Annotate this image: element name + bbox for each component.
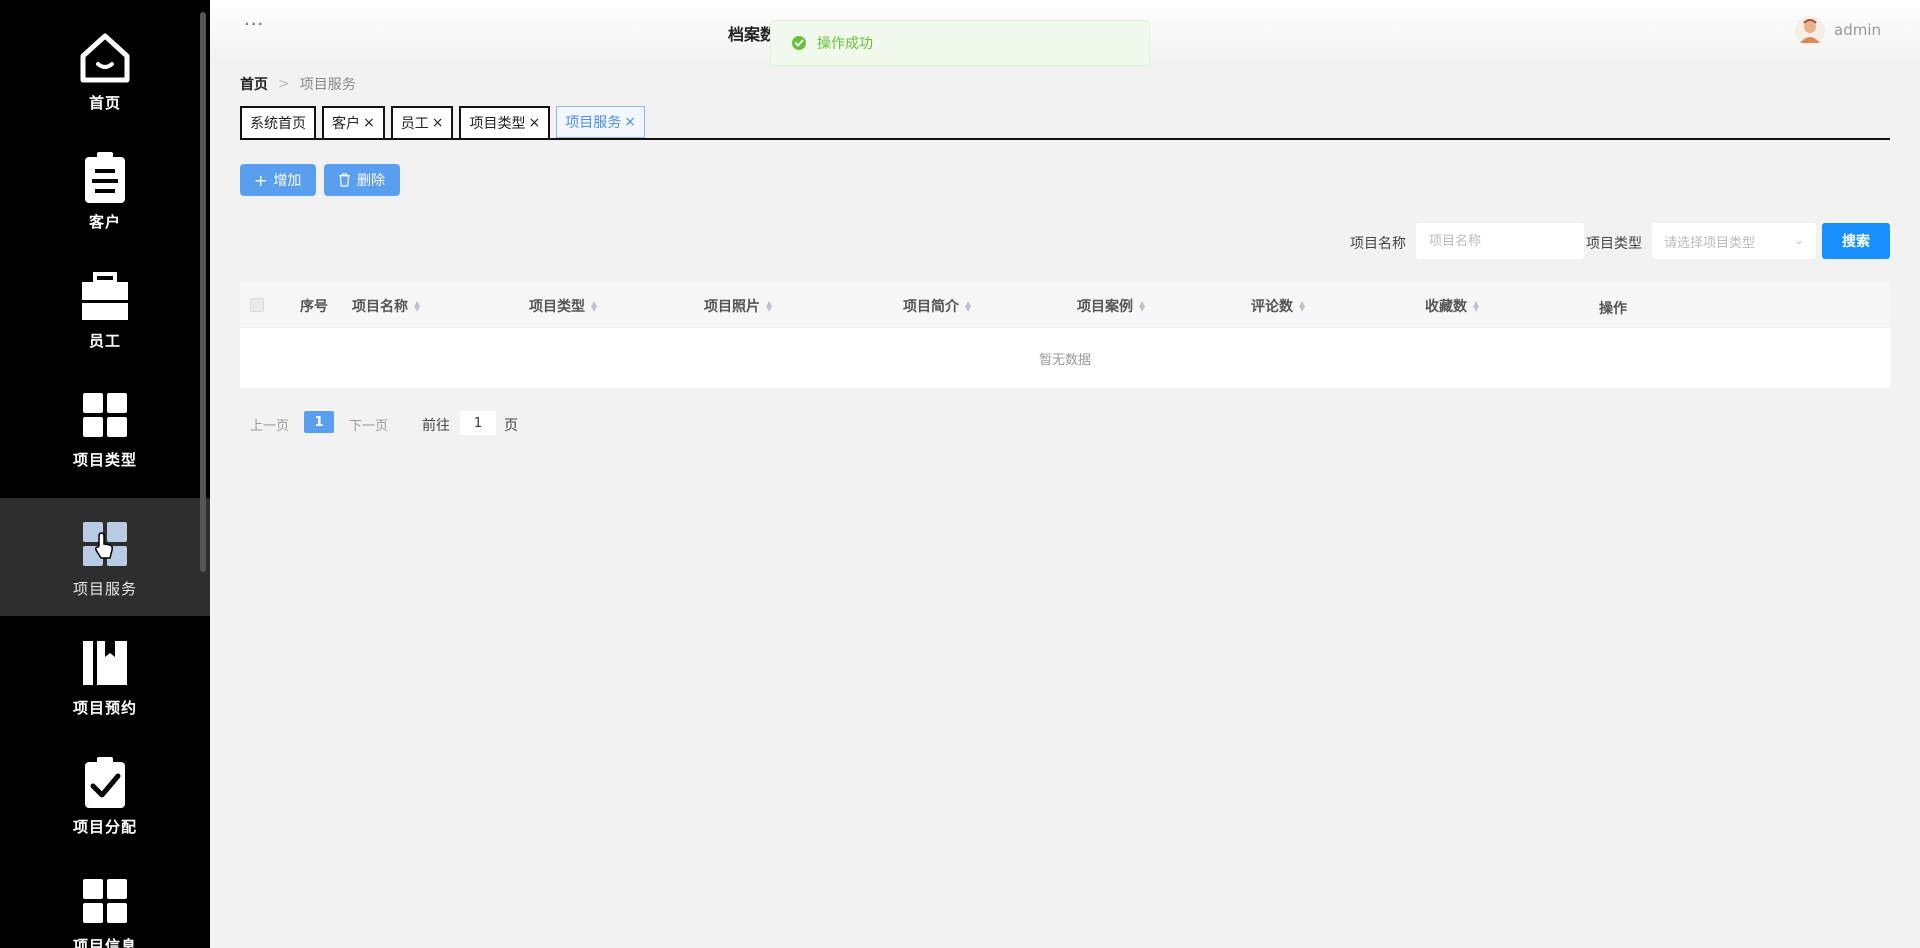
sidebar-item-label: 员工 [88,331,121,350]
briefcase-icon [82,271,128,320]
sort-icon[interactable]: ▲ ▼ [1139,300,1145,313]
sidebar-item-project-service[interactable]: 项目服务 [0,498,210,616]
search-name-label: 项目名称 [1350,236,1406,252]
check-circle-icon [792,36,806,50]
column-header[interactable]: 项目名称 ▲ ▼ [352,296,420,316]
delete-button-label: 删除 [357,173,385,189]
page-number-current[interactable]: 1 [304,411,334,433]
search-button[interactable]: 搜索 [1822,223,1890,259]
sort-icon[interactable]: ▲ ▼ [1473,300,1479,313]
tab-system-home[interactable]: 系统首页 [240,106,316,138]
sidebar-scrollbar[interactable] [200,12,206,572]
data-table: 序号 项目名称 ▲ ▼ 项目类型 ▲ ▼ 项目照片 ▲ ▼ 项目简介 ▲ ▼ 项目案例 … [240,282,1890,388]
goto-label: 前往 [422,418,450,434]
tab-customer[interactable]: 客户 × [322,106,385,138]
add-button[interactable]: + 增加 [240,164,316,196]
sort-icon[interactable]: ▲ ▼ [1299,300,1305,313]
column-header: 操作 [1599,301,1627,317]
table-header: 序号 项目名称 ▲ ▼ 项目类型 ▲ ▼ 项目照片 ▲ ▼ 项目简介 ▲ ▼ 项目案例 … [240,282,1890,328]
system-title: 档案数 [728,25,777,44]
tab-employee[interactable]: 员工 × [390,106,454,138]
grid-icon [83,878,127,923]
project-type-select[interactable]: 请选择项目类型 ⌄ [1652,223,1816,259]
sidebar-item-employee[interactable]: 员工 [0,250,210,368]
select-all-checkbox[interactable] [250,298,264,312]
tab-label: 系统首页 [250,116,306,132]
tab-project-service[interactable]: 项目服务 × [556,106,645,138]
clipboard-icon [85,151,125,203]
sort-icon[interactable]: ▲ ▼ [766,300,772,313]
sort-icon[interactable]: ▲ ▼ [591,300,597,313]
sidebar-item-project-assign[interactable]: 项目分配 [0,736,210,854]
select-placeholder: 请选择项目类型 [1664,235,1756,251]
close-icon[interactable]: × [528,115,540,131]
tab-label: 项目类型 [469,116,526,132]
chevron-down-icon: ⌄ [1793,233,1804,247]
sidebar-item-project-type[interactable]: 项目类型 [0,369,210,487]
goto-page-input[interactable] [460,411,496,435]
plus-icon: + [254,170,268,190]
sidebar-item-label: 项目信息 [72,936,137,948]
breadcrumb-separator: > [278,76,290,92]
sidebar-item-project-booking[interactable]: 项目预约 [0,617,210,735]
tab-label: 员工 [400,116,429,132]
sidebar-item-label: 项目服务 [72,579,137,598]
breadcrumb-current: 项目服务 [299,77,356,93]
project-name-input[interactable] [1416,223,1584,259]
tab-bar: 系统首页 客户 × 员工 × 项目类型 × 项目服务 × [240,106,1890,140]
prev-page-button[interactable]: 上一页 [250,415,289,434]
close-icon[interactable]: × [624,114,636,130]
grid-icon [83,521,127,566]
tab-project-type[interactable]: 项目类型 × [459,106,551,138]
column-header[interactable]: 评论数 ▲ ▼ [1251,296,1305,316]
grid-icon [83,392,127,437]
bookmark-icon [83,640,127,685]
page-suffix-label: 页 [504,418,518,434]
search-type-label: 项目类型 [1586,236,1642,252]
sort-icon[interactable]: ▲ ▼ [414,300,420,313]
sidebar: 首页 客户 员工 项目类型 项目服务 项目预约 项目分配 项目信息 [0,0,210,948]
search-button-label: 搜索 [1842,234,1870,250]
trash-icon [339,173,350,187]
user-name[interactable]: admin [1834,21,1881,39]
delete-button[interactable]: 删除 [324,164,400,196]
breadcrumb: 首页 > 项目服务 [240,74,356,94]
column-header[interactable]: 项目照片 ▲ ▼ [704,296,772,316]
column-header[interactable]: 项目类型 ▲ ▼ [529,296,597,316]
menu-toggle-icon[interactable]: ··· [244,14,264,35]
tab-label: 客户 [332,116,360,132]
close-icon[interactable]: × [363,115,375,131]
add-button-label: 增加 [273,173,302,189]
next-page-button[interactable]: 下一页 [349,415,388,434]
column-header: 序号 [300,299,328,315]
toast-message: 操作成功 [817,36,873,52]
close-icon[interactable]: × [432,115,444,131]
sidebar-item-label: 首页 [88,93,121,112]
column-header[interactable]: 收藏数 ▲ ▼ [1425,296,1479,316]
tab-label: 项目服务 [565,115,622,131]
sidebar-item-label: 项目预约 [72,698,137,717]
sidebar-item-label: 项目分配 [72,817,137,836]
breadcrumb-home[interactable]: 首页 [240,74,268,94]
empty-state: 暂无数据 [1038,352,1091,368]
column-header[interactable]: 项目简介 ▲ ▼ [903,296,971,316]
avatar[interactable] [1794,15,1826,47]
clipboard-check-icon [85,756,125,808]
home-icon [80,33,130,82]
sidebar-item-label: 客户 [88,212,121,231]
sidebar-item-project-info[interactable]: 项目信息 [0,855,210,948]
success-toast: 操作成功 [770,20,1150,66]
sort-icon[interactable]: ▲ ▼ [965,300,971,313]
sidebar-item-home[interactable]: 首页 [0,12,210,130]
sidebar-item-label: 项目类型 [72,450,137,469]
column-header[interactable]: 项目案例 ▲ ▼ [1077,296,1145,316]
sidebar-item-customer[interactable]: 客户 [0,131,210,249]
